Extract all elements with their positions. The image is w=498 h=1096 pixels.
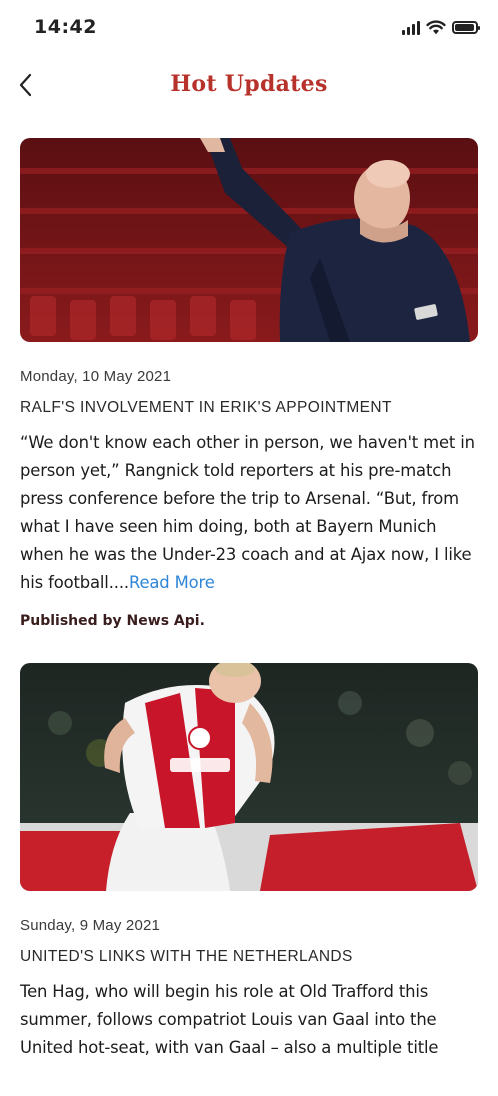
article-card[interactable]: Monday, 10 May 2021 RALF'S INVOLVEMENT I… — [20, 138, 478, 629]
battery-level — [455, 24, 474, 31]
cellular-signal-icon — [402, 20, 420, 35]
article-summary: “We don't know each other in person, we … — [20, 429, 478, 597]
article-headline[interactable]: UNITED'S LINKS WITH THE NETHERLANDS — [20, 948, 478, 966]
status-icons — [402, 20, 480, 35]
battery-icon — [452, 21, 480, 34]
article-source: Published by News Api. — [20, 613, 205, 629]
app-header: Hot Updates — [0, 60, 498, 110]
article-summary-text: “We don't know each other in person, we … — [20, 433, 475, 592]
read-more-link[interactable]: Read More — [129, 573, 215, 592]
page-title: Hot Updates — [170, 71, 328, 97]
article-date: Monday, 10 May 2021 — [20, 368, 172, 385]
article-headline[interactable]: RALF'S INVOLVEMENT IN ERIK'S APPOINTMENT — [20, 399, 478, 417]
wifi-icon — [426, 20, 446, 35]
article-summary: Ten Hag, who will begin his role at Old … — [20, 978, 478, 1062]
article-card[interactable]: Sunday, 9 May 2021 UNITED'S LINKS WITH T… — [20, 663, 478, 1062]
article-date: Sunday, 9 May 2021 — [20, 917, 161, 934]
status-bar: 14:42 — [0, 0, 498, 56]
news-feed[interactable]: Monday, 10 May 2021 RALF'S INVOLVEMENT I… — [20, 138, 478, 1096]
article-image[interactable] — [20, 138, 478, 342]
article-summary-text: Ten Hag, who will begin his role at Old … — [20, 982, 439, 1057]
article-image[interactable] — [20, 663, 478, 891]
status-time: 14:42 — [34, 16, 97, 38]
